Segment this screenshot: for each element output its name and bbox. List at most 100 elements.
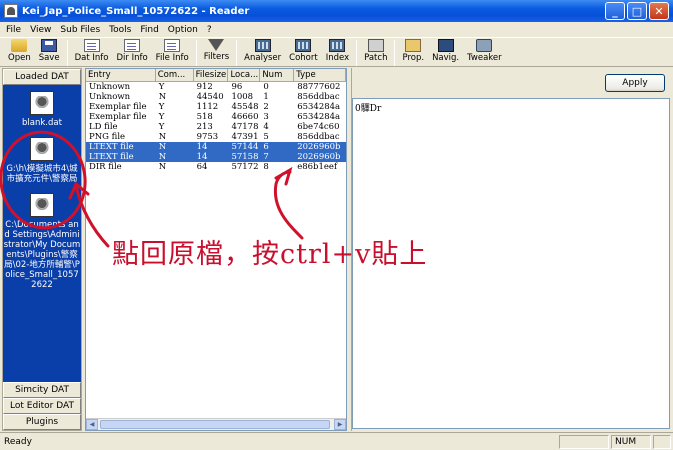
cell-com: Y (158, 112, 165, 122)
table-row[interactable]: Exemplar file Y 1112 45548 2 6534284a (86, 102, 346, 112)
column-num[interactable]: Num (260, 69, 295, 81)
column-filesize[interactable]: Filesize (194, 69, 229, 81)
navigator-icon (437, 39, 454, 52)
dir-info-label: Dir Info (116, 53, 148, 63)
dat-info-label: Dat Info (74, 53, 109, 63)
plugins-tab[interactable]: Plugins (3, 414, 81, 430)
tweaker-button[interactable]: Tweaker (463, 38, 506, 63)
table-row[interactable]: LTEXT file N 14 57144 6 2026960b (86, 142, 346, 152)
cell-type: 2026960b (297, 152, 341, 162)
dat-item-label: C:\Documents and Settings\Administrator\… (3, 220, 81, 289)
dir-info-button[interactable]: Dir Info (112, 38, 151, 63)
scroll-thumb[interactable] (100, 420, 330, 429)
analyser-label: Analyser (244, 53, 282, 63)
column-type[interactable]: Type (294, 69, 346, 81)
column-entry[interactable]: Entry (86, 69, 156, 81)
menu-tools[interactable]: Tools (109, 25, 131, 35)
app-icon[interactable] (4, 4, 18, 18)
scroll-left-icon[interactable]: ◀ (86, 419, 98, 430)
table-row[interactable]: LD file Y 213 47178 4 6be74c60 (86, 122, 346, 132)
cell-num: 5 (263, 132, 269, 142)
dat-item-blank[interactable]: blank.dat (3, 91, 81, 128)
status-bar: Ready NUM (0, 432, 673, 450)
tweaker-label: Tweaker (467, 53, 502, 63)
lot-editor-dat-tab[interactable]: Lot Editor DAT (3, 398, 81, 414)
menu-sub-files[interactable]: Sub Files (60, 25, 100, 35)
scroll-right-icon[interactable]: ▶ (334, 419, 346, 430)
navig-button[interactable]: Navig. (428, 38, 463, 63)
cell-loc: 45548 (231, 102, 259, 112)
cell-num: 7 (263, 152, 269, 162)
cell-size: 14 (196, 152, 208, 162)
index-icon (329, 39, 346, 52)
cell-entry: LTEXT file (89, 152, 134, 162)
cell-com: N (158, 132, 167, 142)
file-info-button[interactable]: File Info (152, 38, 193, 63)
menu-view[interactable]: View (30, 25, 51, 35)
cohort-icon (295, 39, 312, 52)
minimize-button[interactable]: _ (605, 2, 625, 20)
index-button[interactable]: Index (322, 38, 353, 63)
analyser-button[interactable]: Analyser (240, 38, 285, 63)
toolbar-separator (66, 40, 68, 66)
cell-num: 8 (263, 162, 269, 172)
cell-num: 4 (263, 122, 269, 132)
cell-size: 9753 (196, 132, 219, 142)
dat-item-police[interactable]: G:\h\模擬城市4\城市擴充元件\警察局1.01\Kei_Jap_Police (3, 137, 81, 183)
cell-loc: 47178 (231, 122, 259, 132)
entry-list[interactable]: Entry Com... Filesize Loca... Num Type U… (85, 68, 347, 431)
dat-item-police-small[interactable]: C:\Documents and Settings\Administrator\… (3, 193, 81, 289)
cell-com: N (158, 152, 167, 162)
column-compressed[interactable]: Com... (156, 69, 194, 81)
table-row[interactable]: DIR file N 64 57172 8 e86b1eef (86, 162, 346, 172)
cell-size: 14 (196, 142, 208, 152)
cell-entry: PNG file (89, 132, 126, 142)
filters-button[interactable]: Filters (200, 38, 233, 62)
toolbar-separator (394, 40, 396, 66)
cell-num: 6 (263, 142, 269, 152)
table-row[interactable]: Unknown N 44540 1008 1 856ddbac (86, 92, 346, 102)
toolbar-separator (236, 40, 238, 66)
cell-type: 6534284a (297, 102, 341, 112)
menu-find[interactable]: Find (140, 25, 158, 35)
content-text: 0驛Dr (355, 104, 382, 114)
cell-type: 88777602 (297, 82, 341, 92)
content-editor[interactable]: 0驛Dr (352, 98, 670, 429)
patch-icon (367, 39, 384, 52)
cell-entry: Unknown (89, 92, 131, 102)
maximize-button[interactable]: □ (627, 2, 647, 20)
simcity-dat-tab[interactable]: Simcity DAT (3, 382, 81, 398)
cell-com: Y (158, 102, 165, 112)
save-button[interactable]: Save (35, 38, 64, 63)
document-icon (83, 39, 100, 52)
loaded-dat-list[interactable]: blank.dat G:\h\模擬城市4\城市擴充元件\警察局1.01\Kei_… (3, 85, 81, 382)
table-row[interactable]: PNG file N 9753 47391 5 856ddbac (86, 132, 346, 142)
patch-button[interactable]: Patch (360, 38, 391, 63)
table-row[interactable]: Unknown Y 912 96 0 88777602 (86, 82, 346, 92)
menu-file[interactable]: File (6, 25, 21, 35)
open-button[interactable]: Open (4, 38, 35, 63)
prop-button[interactable]: Prop. (398, 38, 428, 63)
cell-com: N (158, 142, 167, 152)
table-row[interactable]: Exemplar file Y 518 46660 3 6534284a (86, 112, 346, 122)
dat-info-button[interactable]: Dat Info (71, 38, 113, 63)
cohort-button[interactable]: Cohort (285, 38, 322, 63)
table-row[interactable]: LTEXT file N 14 57158 7 2026960b (86, 152, 346, 162)
cell-loc: 57172 (231, 162, 259, 172)
dat-file-icon (30, 91, 54, 115)
column-location[interactable]: Loca... (228, 69, 261, 81)
menu-option[interactable]: Option (168, 25, 198, 35)
title-bar[interactable]: Kei_Jap_Police_Small_10572622 - Reader _… (0, 0, 673, 22)
filters-label: Filters (203, 52, 230, 62)
cell-type: 856ddbac (297, 92, 340, 102)
close-button[interactable]: ✕ (649, 2, 669, 20)
content-panel: Apply 0驛Dr (351, 68, 671, 431)
horizontal-scrollbar[interactable]: ◀ ▶ (86, 418, 346, 430)
apply-button[interactable]: Apply (605, 74, 665, 92)
document-icon (164, 39, 181, 52)
resize-grip-icon[interactable] (653, 434, 671, 449)
menu-help[interactable]: ? (207, 25, 212, 35)
dat-item-label: G:\h\模擬城市4\城市擴充元件\警察局1.01\Kei_Jap_Police (6, 164, 78, 183)
cell-size: 1112 (196, 102, 219, 112)
loaded-dat-header[interactable]: Loaded DAT (3, 69, 81, 85)
